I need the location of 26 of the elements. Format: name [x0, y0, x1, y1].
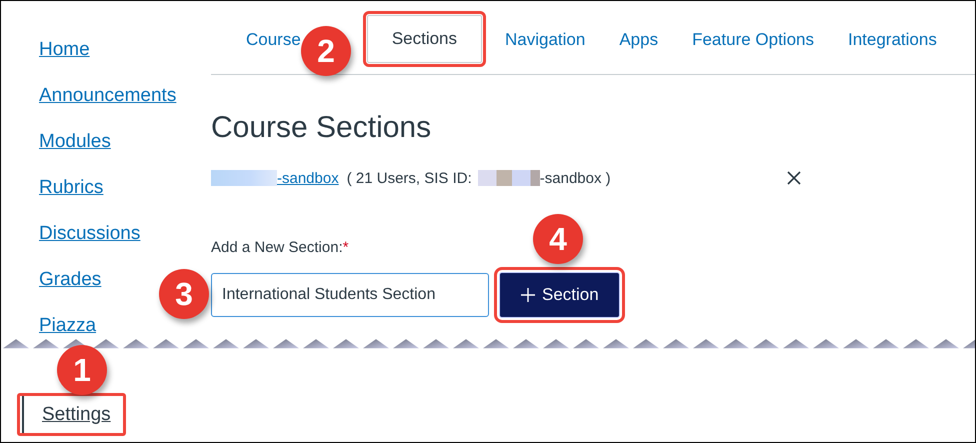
sidebar-link[interactable]: Modules [39, 129, 111, 154]
section-link[interactable]: -sandbox [277, 170, 343, 186]
section-info: ( 21 Users, SIS ID: [346, 170, 472, 186]
step-number-badge: 2 [301, 26, 351, 76]
sidebar-link[interactable]: Home [39, 37, 90, 62]
tab[interactable]: Feature Options [675, 18, 831, 62]
step-number-badge: 3 [159, 269, 209, 319]
tab[interactable]: Navigation [488, 18, 602, 62]
section-info: -sandbox ) [540, 170, 611, 186]
tab[interactable]: Apps [602, 18, 676, 62]
sidebar-link[interactable]: Grades [39, 267, 102, 292]
sidebar-link[interactable]: Announcements [39, 83, 176, 108]
sidebar-link[interactable]: Rubrics [39, 175, 104, 200]
page-heading: Course Sections [211, 111, 432, 145]
step-number-badge: 4 [533, 214, 583, 264]
tab[interactable]: Integrations [831, 18, 954, 62]
step-number-badge: 1 [57, 345, 107, 395]
sidebar-link[interactable]: Piazza [39, 313, 96, 338]
close-icon[interactable] [786, 171, 801, 185]
sidebar-link[interactable]: Discussions [39, 221, 140, 246]
redacted-block [478, 170, 540, 186]
sidebar-link[interactable]: Settings [17, 393, 126, 436]
redacted-block [211, 170, 277, 186]
tab[interactable]: Course [229, 18, 303, 62]
plus-icon [520, 287, 536, 303]
section-name-field[interactable]: International Students Section [211, 273, 489, 317]
